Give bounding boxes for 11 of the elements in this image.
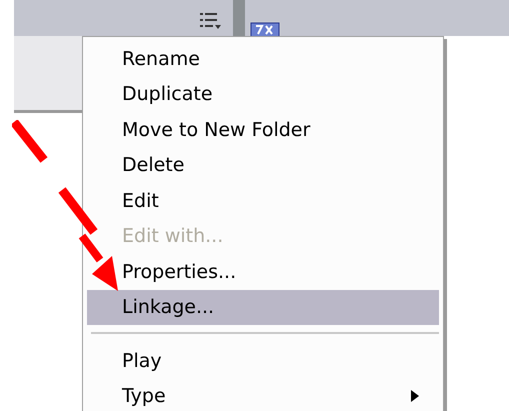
menu-item[interactable]: Delete <box>87 148 439 183</box>
menu-item[interactable]: Move to New Folder <box>87 112 439 148</box>
submenu-arrow-icon <box>411 390 419 402</box>
list-view-icon[interactable] <box>200 12 222 30</box>
menu-item[interactable]: Duplicate <box>87 76 439 112</box>
menu-item[interactable]: Rename <box>87 41 439 76</box>
menu-item[interactable]: Type <box>87 378 439 411</box>
menu-item[interactable]: Play <box>87 343 439 378</box>
menu-item[interactable]: Properties... <box>87 254 439 290</box>
menu-item[interactable]: Edit <box>87 183 439 218</box>
menu-item[interactable]: Linkage... <box>87 290 439 325</box>
